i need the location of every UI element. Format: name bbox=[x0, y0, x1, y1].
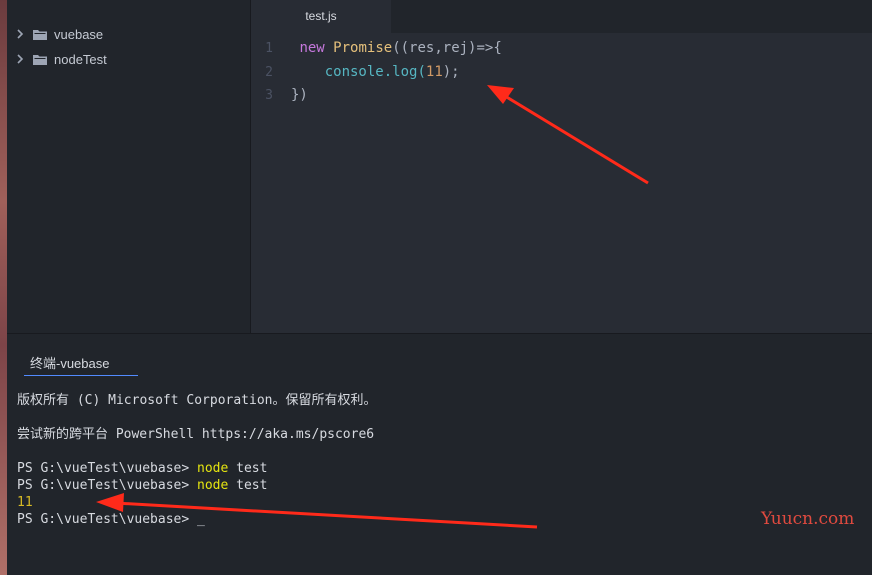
terminal-line-try-pwsh: 尝试新的跨平台 PowerShell https://aka.ms/pscore… bbox=[17, 427, 375, 442]
tab-test-js[interactable]: test.js bbox=[251, 0, 391, 33]
command-text: node bbox=[197, 478, 229, 493]
argument-text: test bbox=[228, 461, 268, 476]
tree-item-label: vuebase bbox=[54, 26, 104, 42]
terminal-line-prompt[interactable]: PS G:\vueTest\vuebase> _ bbox=[17, 511, 205, 528]
argument-text: test bbox=[228, 478, 268, 493]
line-number: 2 bbox=[265, 64, 273, 80]
tree-item-nodetest[interactable]: nodeTest bbox=[7, 48, 107, 70]
line-number-gutter: 1 2 3 bbox=[251, 37, 281, 108]
prompt-text: PS G:\vueTest\vuebase> bbox=[17, 461, 198, 476]
terminal-line-cmd1: PS G:\vueTest\vuebase> node test bbox=[17, 460, 267, 477]
class-token: Promise bbox=[333, 40, 393, 56]
keyword-token: new bbox=[299, 40, 325, 56]
tree-view: vuebase nodeTest bbox=[7, 0, 251, 333]
object-token: console bbox=[324, 63, 384, 80]
folder-icon bbox=[33, 29, 47, 40]
terminal-cursor: _ bbox=[197, 512, 205, 527]
command-text: node bbox=[197, 461, 229, 476]
chevron-right-icon bbox=[17, 29, 24, 39]
terminal-panel[interactable]: 终端-vuebase 版权所有 (C) Microsoft Corporatio… bbox=[7, 334, 872, 575]
tree-item-label: nodeTest bbox=[54, 51, 107, 67]
line-number: 1 bbox=[265, 41, 273, 56]
code-line-1: new Promise((res,rej)=>{ bbox=[291, 37, 502, 61]
plain-token: ); bbox=[442, 63, 460, 80]
prompt-text: PS G:\vueTest\vuebase> bbox=[17, 512, 198, 527]
code-content[interactable]: new Promise((res,rej)=>{ console.log(11)… bbox=[291, 37, 502, 108]
folder-icon bbox=[33, 54, 47, 65]
code-line-3: }) bbox=[291, 87, 308, 103]
chevron-right-icon bbox=[17, 54, 24, 64]
terminal-tab[interactable]: 终端-vuebase bbox=[24, 353, 138, 376]
plain-token: ((res,rej)=>{ bbox=[392, 40, 502, 56]
number-token: 11 bbox=[425, 63, 443, 80]
prompt-text: PS G:\vueTest\vuebase> bbox=[17, 478, 198, 493]
method-token: .log( bbox=[383, 63, 426, 80]
code-line-2: console.log(11); bbox=[291, 61, 502, 85]
editor-tab-bar: test.js bbox=[251, 0, 872, 33]
terminal-line-copyright: 版权所有 (C) Microsoft Corporation。保留所有权利。 bbox=[17, 393, 377, 408]
watermark: Yuucn.com bbox=[761, 509, 855, 529]
tree-item-vuebase[interactable]: vuebase bbox=[7, 23, 103, 45]
code-editor[interactable]: test.js 1 2 3 new Promise((res,rej)=>{ c… bbox=[251, 0, 872, 333]
desktop-background-strip bbox=[0, 0, 7, 575]
terminal-output: 11 bbox=[17, 495, 33, 510]
terminal-line-cmd2: PS G:\vueTest\vuebase> node test bbox=[17, 477, 267, 494]
line-number: 3 bbox=[265, 88, 273, 103]
